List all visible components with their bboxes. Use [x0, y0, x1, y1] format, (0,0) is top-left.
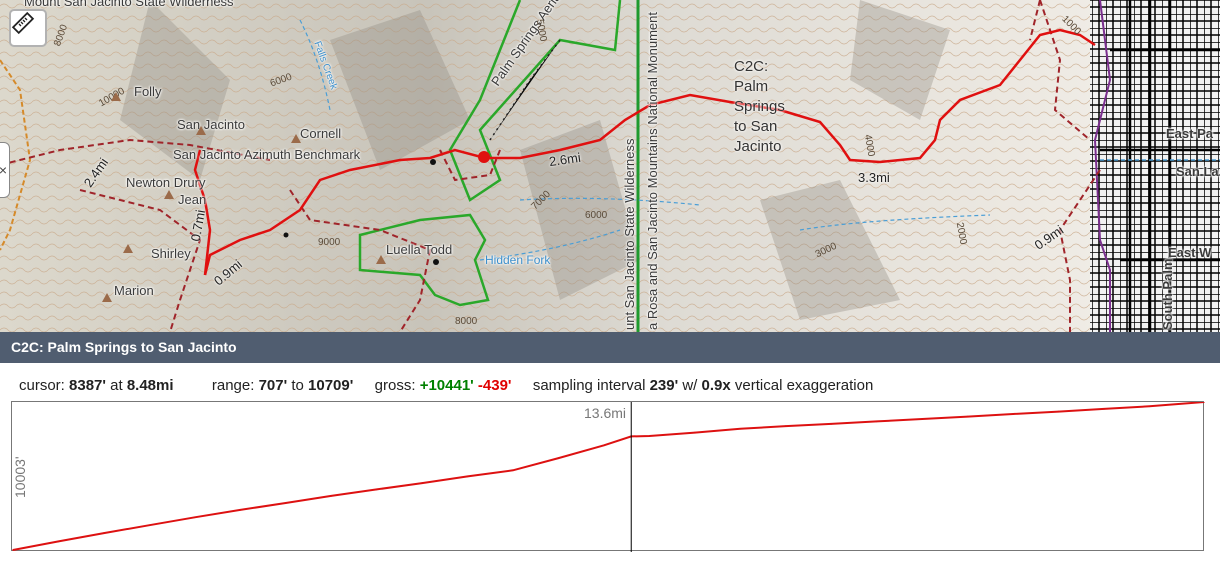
cursor-label: cursor: — [19, 377, 65, 394]
peak-label-cornell: Cornell — [300, 126, 342, 141]
peak-icon — [376, 255, 386, 264]
elevation-point — [103, 532, 105, 534]
gross-label: gross: — [374, 377, 416, 394]
peak-label-newton-drury: Newton Drury — [126, 175, 206, 190]
peak-icon — [196, 126, 206, 135]
cursor-distance-label: 13.6mi — [584, 405, 627, 421]
sampling-label: sampling interval — [532, 377, 646, 394]
at-label: at — [110, 377, 123, 394]
peak-icon — [291, 134, 301, 143]
elevation-point — [12, 549, 14, 551]
peak-label-san-jacinto: San Jacinto — [177, 117, 245, 132]
street-label-san-la: San La — [1176, 164, 1219, 179]
cursor-elevation: 8387' — [69, 377, 106, 394]
range-min: 707' — [258, 377, 288, 394]
sampling-value: 239' — [649, 377, 679, 394]
elevation-point — [57, 540, 60, 543]
peak-icon — [111, 92, 121, 101]
route-label-line: Jacinto — [734, 138, 782, 155]
elevation-point — [1057, 410, 1060, 413]
range-label: range: — [211, 377, 255, 394]
creek-label-hidden-fork: Hidden Fork — [485, 253, 551, 267]
peak-icon — [102, 293, 112, 302]
elevation-series-line — [12, 402, 1205, 551]
wilderness-label: Mount San Jacinto State Wilderness — [24, 0, 234, 9]
peak-icon — [123, 244, 133, 253]
profile-panel-title: C2C: Palm Springs to San Jacinto — [0, 332, 1220, 363]
elevation-point — [330, 495, 333, 497]
elevation-point — [921, 418, 923, 420]
profile-stats: cursor: 8387' at 8.48mi range: 707' to 1… — [19, 377, 873, 394]
street-label-east-pa: East Pa — [1166, 126, 1213, 141]
elevation-point — [648, 435, 651, 437]
close-icon: × — [0, 162, 7, 178]
elevation-point — [830, 423, 832, 425]
elevation-point — [239, 509, 242, 511]
peak-label-marion: Marion — [114, 283, 154, 298]
vertical-label: vertical exaggeration — [734, 377, 874, 394]
peak-label-luella-todd: Luella Todd — [386, 242, 453, 257]
elevation-point — [421, 482, 423, 484]
elevation-point — [466, 475, 469, 478]
monument-boundary-label: a Rosa and San Jacinto Mountains Nationa… — [645, 12, 660, 330]
elevation-axis-label: 10003' — [12, 456, 28, 498]
elevation-point — [375, 488, 378, 491]
elevation-point — [875, 420, 878, 423]
contour-label: 9000 — [318, 237, 341, 248]
route-label[interactable]: C2C: Palm Springs to San Jacinto — [734, 57, 804, 157]
profile-svg — [12, 402, 1205, 552]
range-max: 10709' — [308, 377, 354, 394]
elevation-point — [603, 444, 605, 447]
benchmark-label: San Jacinto Azimuth Benchmark — [173, 147, 361, 162]
close-panel-tab[interactable]: × — [0, 142, 10, 198]
wilderness-boundary-label: unt San Jacinto State Wilderness — [622, 138, 637, 331]
route-label-line: C2C: — [734, 58, 769, 75]
elevation-point — [1012, 413, 1014, 415]
peak-label-jean: Jean — [178, 192, 207, 207]
elevation-point — [1103, 408, 1105, 410]
elevation-point — [785, 425, 787, 427]
elevation-point — [194, 516, 196, 519]
contour-label: 8000 — [455, 316, 478, 327]
elevation-point — [1148, 405, 1151, 408]
map-canvas — [0, 0, 1220, 332]
peak-icon — [164, 190, 174, 199]
elevation-point — [284, 502, 287, 504]
gross-loss: -439' — [477, 377, 512, 394]
elevation-point — [512, 469, 514, 472]
elevation-point — [694, 431, 696, 434]
gross-gain: +10441' — [419, 377, 474, 394]
contour-label: 6000 — [585, 210, 608, 221]
route-label-line: Palm — [734, 78, 769, 95]
route-label-line: Springs — [734, 98, 785, 115]
elevation-point — [148, 524, 151, 526]
to-label: to — [291, 377, 304, 394]
map-view[interactable]: Mount San Jacinto State Wilderness Folly… — [0, 0, 1220, 332]
peak-label-shirley: Shirley — [151, 246, 191, 261]
ruler-button[interactable] — [9, 9, 47, 47]
distance-label: 3.3mi — [858, 170, 890, 185]
elevation-point — [966, 415, 969, 418]
elevation-profile-chart[interactable] — [11, 401, 1205, 552]
w-label: w/ — [682, 377, 698, 394]
elevation-point — [557, 457, 560, 459]
route-label-line: to San — [734, 118, 778, 135]
cursor-distance: 8.48mi — [126, 377, 174, 394]
exaggeration-value: 0.9x — [701, 377, 731, 394]
elevation-point — [739, 428, 742, 430]
peak-label-folly: Folly — [134, 84, 162, 99]
street-label-south-palm: South Palm — [1160, 258, 1175, 330]
